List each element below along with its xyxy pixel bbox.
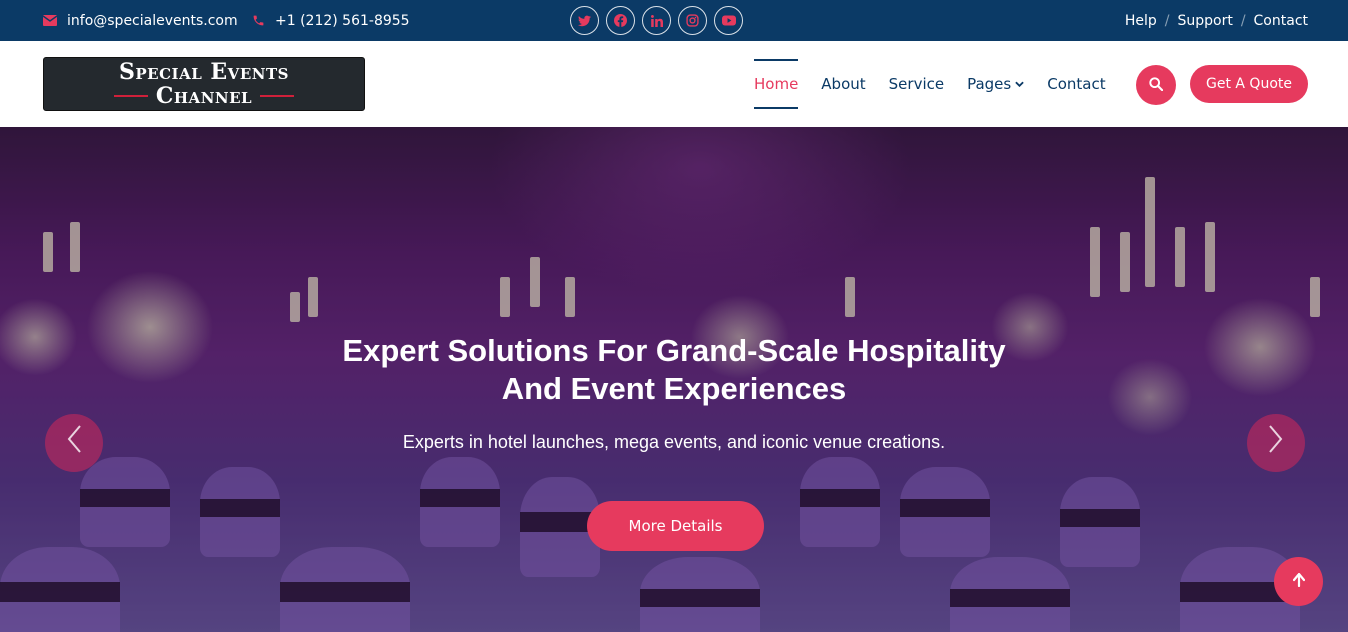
nav-item-contact[interactable]: Contact <box>1047 59 1105 109</box>
divider: / <box>1164 12 1170 29</box>
email-text: info@specialevents.com <box>67 12 238 29</box>
linkedin-icon[interactable] <box>642 6 671 35</box>
arrow-up-icon <box>1292 572 1305 591</box>
help-link[interactable]: Help <box>1125 13 1157 29</box>
chevron-left-icon <box>66 423 82 463</box>
chevron-down-icon <box>1015 79 1024 90</box>
search-button[interactable] <box>1136 65 1176 105</box>
carousel-prev-button[interactable] <box>45 414 103 472</box>
facebook-icon[interactable] <box>606 6 635 35</box>
contact-link[interactable]: Contact <box>1254 13 1308 29</box>
get-quote-button[interactable]: Get A Quote <box>1190 65 1308 103</box>
hero-title: Expert Solutions For Grand-Scale Hospita… <box>0 332 1348 408</box>
hero-subtitle: Experts in hotel launches, mega events, … <box>402 432 946 452</box>
back-to-top-button[interactable] <box>1274 557 1323 606</box>
divider: / <box>1240 12 1246 29</box>
logo-rule <box>260 95 295 97</box>
phone-contact[interactable]: +1 (212) 561-8955 <box>252 0 410 41</box>
hero-title-line-1: Expert Solutions For Grand-Scale Hospita… <box>342 333 1006 368</box>
top-links: Help / Support / Contact <box>1125 0 1308 41</box>
nav-item-pages[interactable]: Pages <box>967 59 1024 109</box>
main-navbar: Special Events Channel Home About Servic… <box>0 41 1348 127</box>
site-logo[interactable]: Special Events Channel <box>43 57 365 111</box>
chevron-right-icon <box>1268 423 1284 463</box>
phone-icon <box>252 14 265 27</box>
envelope-icon <box>43 15 57 26</box>
nav-item-about[interactable]: About <box>821 59 865 109</box>
youtube-icon[interactable] <box>714 6 743 35</box>
instagram-icon[interactable] <box>678 6 707 35</box>
more-details-button[interactable]: More Details <box>587 501 764 551</box>
logo-line-1: Special Events <box>119 59 289 85</box>
hero-title-line-2: And Event Experiences <box>501 371 847 406</box>
carousel-next-button[interactable] <box>1247 414 1305 472</box>
nav-menu: Home About Service Pages Contact <box>754 41 1129 127</box>
nav-item-service[interactable]: Service <box>889 59 944 109</box>
logo-line-2-wrap: Channel <box>113 83 295 109</box>
phone-text: +1 (212) 561-8955 <box>275 12 410 29</box>
logo-line-2: Channel <box>155 83 253 109</box>
search-icon <box>1149 76 1164 95</box>
nav-item-home[interactable]: Home <box>754 59 799 109</box>
nav-item-pages-label: Pages <box>967 75 1012 93</box>
support-link[interactable]: Support <box>1177 13 1232 29</box>
email-contact[interactable]: info@specialevents.com <box>43 0 238 41</box>
top-bar: info@specialevents.com +1 (212) 561-8955… <box>0 0 1348 41</box>
logo-rule <box>113 95 148 97</box>
hero-banner: Expert Solutions For Grand-Scale Hospita… <box>0 127 1348 632</box>
social-links <box>570 6 743 35</box>
twitter-icon[interactable] <box>570 6 599 35</box>
